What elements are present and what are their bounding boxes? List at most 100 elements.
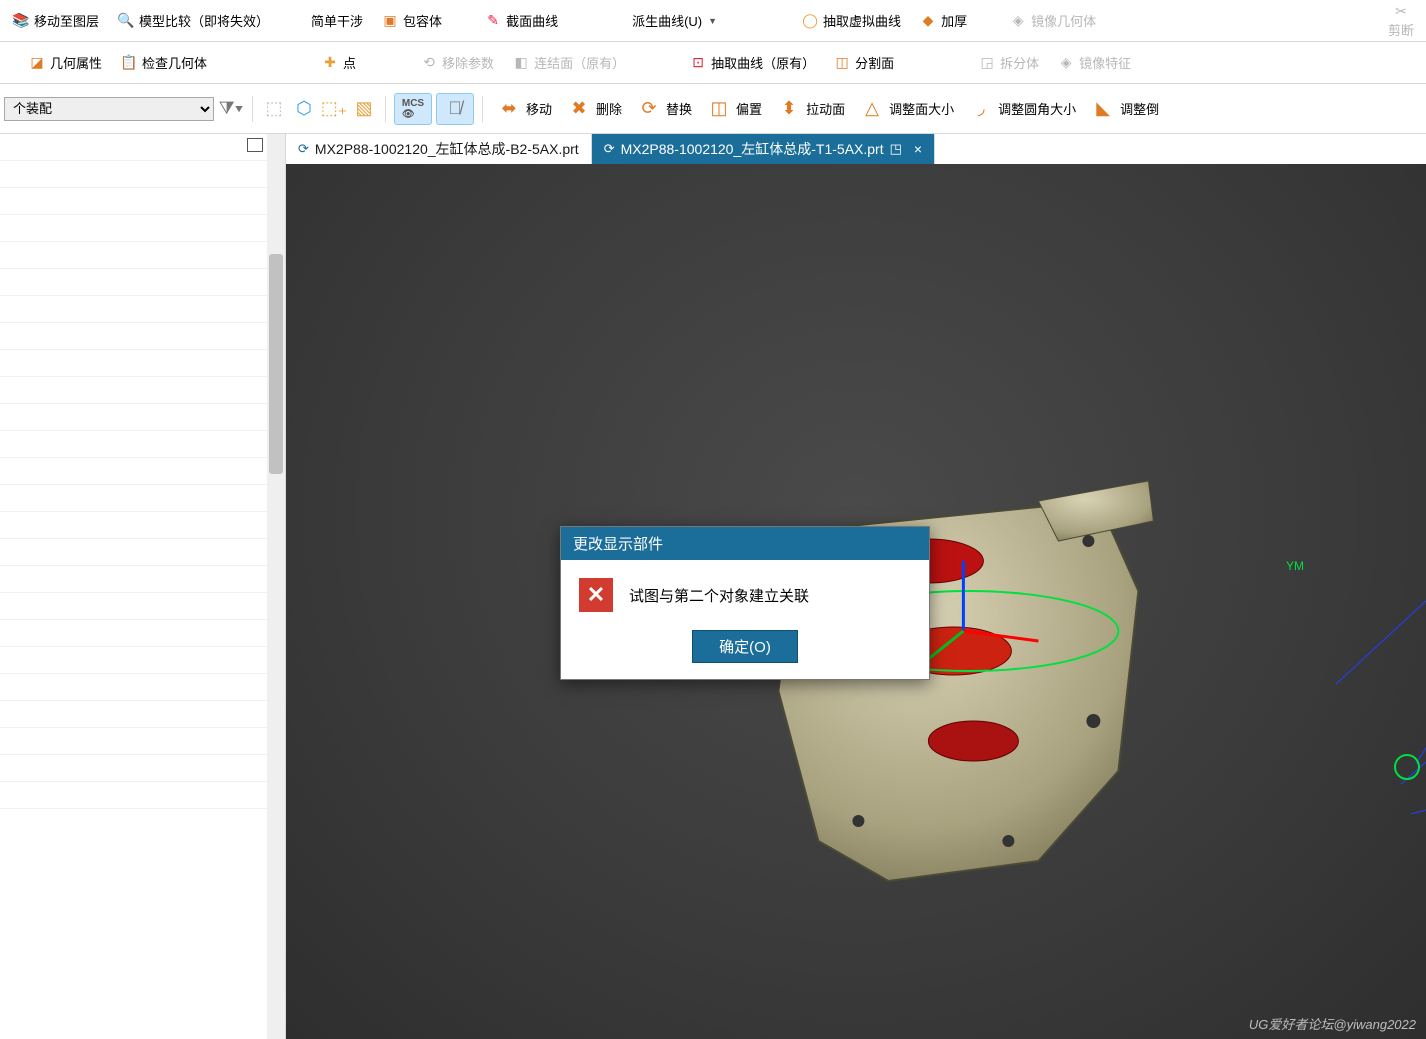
tree-row[interactable]: [0, 377, 267, 404]
tree-row[interactable]: [0, 161, 267, 188]
separator: [385, 96, 386, 122]
tree-row[interactable]: [0, 647, 267, 674]
split-body-icon: ◲: [978, 54, 996, 72]
cmd-label: 检查几何体: [142, 53, 207, 72]
cmd-label: 抽取曲线（原有）: [711, 53, 815, 72]
dialog-message: 试图与第二个对象建立关联: [629, 585, 809, 606]
cmd-extract-curve-orig[interactable]: ⊡ 抽取曲线（原有）: [683, 50, 821, 75]
cmd-label: 删除: [596, 99, 622, 118]
cmd-label: 调整圆角大小: [998, 99, 1076, 118]
inspect-icon: 📋: [120, 54, 138, 72]
cmd-thicken[interactable]: ◆ 加厚: [913, 8, 973, 33]
watermark: UG爱好者论坛@yiwang2022: [1249, 1014, 1416, 1033]
selection-mode-icon[interactable]: ⬚: [261, 96, 287, 122]
ok-button[interactable]: 确定(O): [692, 630, 798, 663]
part-navigator-tree[interactable]: [0, 134, 267, 1039]
cmd-label: 偏置: [736, 99, 762, 118]
cmd-resize-fillet[interactable]: ◞ 调整圆角大小: [963, 94, 1081, 124]
tree-row[interactable]: [0, 485, 267, 512]
cmd-label: 加厚: [941, 11, 967, 30]
tree-row[interactable]: [0, 296, 267, 323]
mcs-toggle[interactable]: MCS👁: [394, 93, 432, 125]
tree-row[interactable]: [0, 566, 267, 593]
separator: [482, 96, 483, 122]
tree-row[interactable]: [0, 593, 267, 620]
move-icon: ⬌: [496, 96, 522, 122]
resize-fillet-icon: ◞: [968, 96, 994, 122]
hexagon-icon[interactable]: ⬡: [291, 96, 317, 122]
cmd-model-compare[interactable]: 🔍 模型比较（即将失效）: [111, 8, 275, 33]
tree-row[interactable]: [0, 134, 267, 161]
ribbon-row-1: 📚 移动至图层 🔍 模型比较（即将失效） 简单干涉 ▣ 包容体 ✎ 截面曲线 派…: [0, 0, 1426, 42]
tab-label: MX2P88-1002120_左缸体总成-B2-5AX.prt: [315, 139, 579, 159]
replace-icon: ⟳: [636, 96, 662, 122]
cmd-geom-props[interactable]: ◪ 几何属性: [22, 50, 108, 75]
cmd-simple-interference[interactable]: 简单干涉: [305, 8, 369, 33]
cmd-label: 移动至图层: [34, 11, 99, 30]
cmd-label: 镜像特征: [1079, 53, 1131, 72]
cmd-label: 包容体: [403, 11, 442, 30]
tree-row[interactable]: [0, 539, 267, 566]
close-icon[interactable]: ×: [914, 141, 922, 157]
cube-front-icon[interactable]: ▧: [351, 96, 377, 122]
tree-row[interactable]: [0, 701, 267, 728]
cmd-move-face[interactable]: ⬌ 移动: [491, 94, 557, 124]
eye-slash-icon: 👁̸: [442, 96, 468, 122]
popout-icon[interactable]: ◳: [890, 141, 902, 157]
tree-row[interactable]: [0, 782, 267, 809]
tree-row[interactable]: [0, 215, 267, 242]
offset-icon: ◫: [706, 96, 732, 122]
cube-plus-icon[interactable]: ⬚₊: [321, 96, 347, 122]
cmd-split-face[interactable]: ◫ 分割面: [827, 50, 900, 75]
tree-row[interactable]: [0, 323, 267, 350]
tree-row[interactable]: [0, 755, 267, 782]
cmd-derived-curve[interactable]: 派生曲线(U) ▼: [626, 8, 723, 33]
cmd-replace-face[interactable]: ⟳ 替换: [631, 94, 697, 124]
cmd-section-curve[interactable]: ✎ 截面曲线: [478, 8, 564, 33]
filter-icon[interactable]: ⧩▾: [218, 96, 244, 122]
cmd-inspect-geom[interactable]: 📋 检查几何体: [114, 50, 213, 75]
scrollbar[interactable]: [267, 134, 285, 1039]
cmd-label: 抽取虚拟曲线: [823, 11, 901, 30]
assembly-scope-select[interactable]: 个装配: [4, 97, 214, 121]
tree-row[interactable]: [0, 620, 267, 647]
tree-row[interactable]: [0, 728, 267, 755]
cmd-extract-virtual-curve[interactable]: ◯ 抽取虚拟曲线: [795, 8, 907, 33]
compare-icon: 🔍: [117, 12, 135, 30]
tree-row[interactable]: [0, 512, 267, 539]
separator: [252, 96, 253, 122]
cmd-label: 调整面大小: [889, 99, 954, 118]
cmd-offset-face[interactable]: ◫ 偏置: [701, 94, 767, 124]
cmd-bounding-body[interactable]: ▣ 包容体: [375, 8, 448, 33]
cmd-resize-chamfer[interactable]: ◣ 调整倒: [1085, 94, 1164, 124]
target-marker: [1394, 754, 1420, 780]
tree-row[interactable]: [0, 431, 267, 458]
tree-row[interactable]: [0, 350, 267, 377]
cmd-pull-face[interactable]: ⬍ 拉动面: [771, 94, 850, 124]
cmd-point[interactable]: ✚ 点: [315, 50, 362, 75]
thicken-icon: ◆: [919, 12, 937, 30]
dialog-title: 更改显示部件: [561, 527, 929, 560]
cmd-resize-face[interactable]: △ 调整面大小: [854, 94, 959, 124]
tree-row[interactable]: [0, 188, 267, 215]
tree-row[interactable]: [0, 674, 267, 701]
split-face-icon: ◫: [833, 54, 851, 72]
cmd-label: 替换: [666, 99, 692, 118]
scrollbar-thumb[interactable]: [269, 254, 283, 474]
maximize-icon[interactable]: [247, 138, 263, 152]
cmd-label: 点: [343, 53, 356, 72]
cmd-delete-face[interactable]: ✖ 删除: [561, 94, 627, 124]
tree-row[interactable]: [0, 269, 267, 296]
visibility-toggle[interactable]: 👁̸: [436, 93, 474, 125]
tab-file-2[interactable]: ⟳ MX2P88-1002120_左缸体总成-T1-5AX.prt ◳ ×: [592, 134, 935, 164]
tree-row[interactable]: [0, 458, 267, 485]
tab-file-1[interactable]: ⟳ MX2P88-1002120_左缸体总成-B2-5AX.prt: [286, 134, 592, 164]
tree-row[interactable]: [0, 242, 267, 269]
cmd-move-to-layer[interactable]: 📚 移动至图层: [6, 8, 105, 33]
point-icon: ✚: [321, 54, 339, 72]
document-tab-strip: ⟳ MX2P88-1002120_左缸体总成-B2-5AX.prt ⟳ MX2P…: [286, 134, 1426, 164]
cmd-label: 移除参数: [442, 53, 494, 72]
cmd-label: 几何属性: [50, 53, 102, 72]
tree-row[interactable]: [0, 404, 267, 431]
join-face-icon: ◧: [512, 54, 530, 72]
